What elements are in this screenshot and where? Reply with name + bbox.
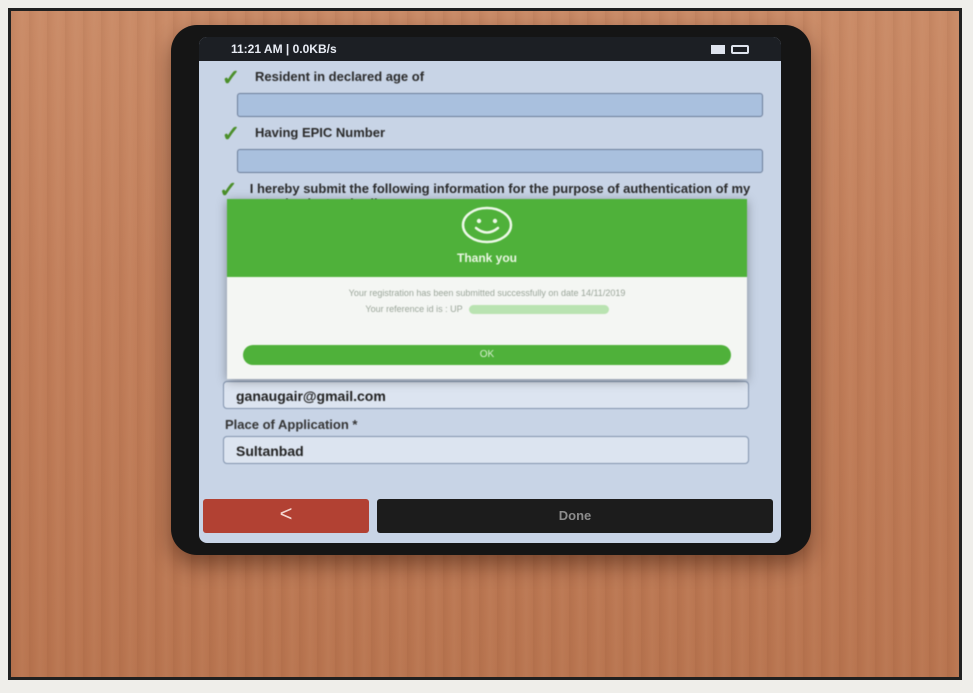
place-of-application-label: Place of Application * [225, 417, 358, 432]
reference-label: Your reference id is : UP [365, 304, 463, 314]
ok-button[interactable]: OK [243, 345, 731, 365]
back-button[interactable]: < [203, 499, 369, 533]
checkbox-label-2: Having EPIC Number [255, 125, 386, 140]
text-field-1[interactable] [237, 93, 763, 117]
epic-number-field[interactable] [237, 149, 763, 173]
dialog-header: Thank you [227, 199, 747, 277]
checkmark-icon: ✓ [219, 177, 238, 202]
status-bar: 11:21 AM | 0.0KB/s [199, 37, 781, 61]
checkbox-row-1[interactable]: ✓ Resident in declared age of [217, 65, 763, 90]
checkbox-label-1: Resident in declared age of [255, 69, 425, 84]
dialog-body: Your registration has been submitted suc… [227, 277, 747, 315]
signal-icon [711, 44, 725, 54]
checkmark-icon: ✓ [221, 121, 241, 146]
email-field[interactable]: ganaugair@gmail.com [223, 381, 749, 409]
reference-line: Your reference id is : UP [243, 303, 731, 315]
dialog-message: Your registration has been submitted suc… [348, 288, 626, 298]
place-of-application-field[interactable]: Sultanbad [223, 436, 749, 464]
done-button[interactable]: Done [377, 499, 773, 533]
bottom-nav: < Done [203, 499, 773, 533]
dialog-title: Thank you [456, 251, 517, 265]
smiley-icon [461, 206, 513, 244]
success-dialog: Thank you Your registration has been sub… [227, 199, 747, 379]
photo-frame: 11:21 AM | 0.0KB/s ✓ Resident in declare… [8, 8, 962, 680]
checkmark-icon: ✓ [221, 65, 241, 90]
status-time: 11:21 AM | 0.0KB/s [231, 42, 337, 56]
status-icons [711, 44, 749, 54]
phone-device: 11:21 AM | 0.0KB/s ✓ Resident in declare… [171, 25, 811, 555]
form-bottom: ganaugair@gmail.com Place of Application… [209, 377, 749, 464]
battery-icon [731, 44, 749, 54]
form-top: ✓ Resident in declared age of ✓ Having E… [217, 61, 763, 211]
reference-id-redaction [468, 304, 609, 314]
checkbox-row-2[interactable]: ✓ Having EPIC Number [217, 121, 763, 146]
phone-screen: 11:21 AM | 0.0KB/s ✓ Resident in declare… [199, 37, 781, 543]
